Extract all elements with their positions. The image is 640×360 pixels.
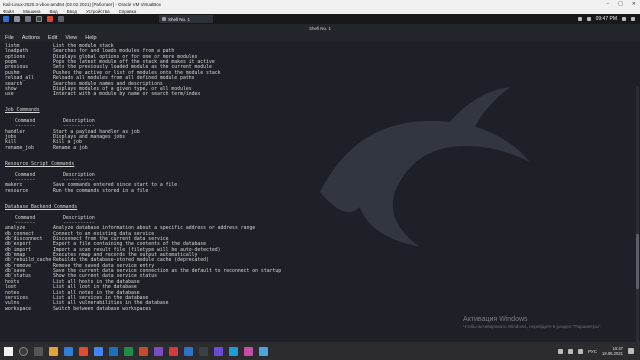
virtualbox-title-bar: Kali-Linux-2020.3-vbox-amd64 (02.02.2021… bbox=[0, 0, 640, 8]
edge-icon[interactable] bbox=[64, 346, 73, 356]
close-icon[interactable]: × bbox=[632, 1, 636, 7]
terminal-title-bar: Shell No. 1 bbox=[0, 24, 640, 33]
virtualbox-window-title: Kali-Linux-2020.3-vbox-amd64 (02.02.2021… bbox=[3, 1, 161, 7]
terminal-output[interactable]: listm List the module stack loadpath Search… bbox=[0, 42, 640, 342]
command-row: workspace Switch between database workspa… bbox=[5, 307, 281, 312]
menu-devices[interactable]: Устройства bbox=[86, 9, 110, 14]
telegram-icon[interactable] bbox=[229, 346, 238, 356]
windows-taskbar: РУС 15:47 18.06.2021 bbox=[0, 342, 640, 360]
firefox-icon[interactable] bbox=[79, 346, 88, 356]
command-description: Run the commands stored in a file bbox=[53, 188, 149, 194]
command-description: Interact with a module by name or search… bbox=[53, 92, 201, 98]
volume-icon[interactable] bbox=[586, 17, 591, 21]
terminal-menu-file[interactable]: File bbox=[5, 35, 14, 41]
menu-machine[interactable]: Машина bbox=[23, 9, 40, 14]
task-view-icon[interactable] bbox=[34, 346, 43, 356]
clock-date: 18.06.2021 bbox=[602, 351, 623, 356]
chrome-icon[interactable] bbox=[94, 346, 103, 356]
activation-subtitle: Чтобы активировать Windows, перейдите в … bbox=[463, 324, 602, 329]
chevron-up-icon[interactable] bbox=[558, 348, 564, 354]
terminal-lines: listm List the module stack loadpath Search… bbox=[5, 44, 281, 312]
browser-icon[interactable] bbox=[47, 16, 53, 22]
activation-title: Активация Windows bbox=[463, 316, 528, 323]
windows-start-icon[interactable] bbox=[4, 346, 13, 356]
kali-menu-icon[interactable] bbox=[3, 16, 9, 22]
kali-dragon-watermark-icon bbox=[320, 87, 530, 247]
virtualbox-icon[interactable] bbox=[184, 346, 193, 356]
explorer-icon[interactable] bbox=[49, 346, 58, 356]
terminal-menu-actions[interactable]: Actions bbox=[22, 35, 40, 41]
windows-activation-watermark: Активация Windows Чтобы активировать Win… bbox=[463, 316, 602, 329]
scrollbar-thumb[interactable] bbox=[636, 234, 639, 289]
excel-icon[interactable] bbox=[124, 346, 133, 356]
notifications-icon[interactable] bbox=[628, 348, 634, 354]
network-icon[interactable] bbox=[568, 348, 574, 354]
power-icon[interactable] bbox=[631, 17, 635, 21]
menu-help[interactable]: Справка bbox=[119, 9, 137, 14]
terminal-icon bbox=[162, 17, 166, 21]
skype-icon[interactable] bbox=[259, 346, 268, 356]
lock-icon[interactable] bbox=[622, 17, 626, 21]
powerpoint-icon[interactable] bbox=[139, 346, 148, 356]
taskbar-clock[interactable]: 15:47 18.06.2021 bbox=[602, 346, 623, 356]
maximize-icon[interactable]: □ bbox=[618, 1, 623, 7]
desktop-icon[interactable] bbox=[14, 16, 20, 22]
terminal-icon[interactable] bbox=[199, 346, 208, 356]
minimize-icon[interactable]: – bbox=[607, 1, 610, 7]
opera-icon[interactable] bbox=[169, 346, 178, 356]
network-icon[interactable] bbox=[577, 17, 582, 21]
language-indicator[interactable]: РУС bbox=[588, 349, 597, 354]
search-icon[interactable] bbox=[19, 346, 28, 356]
terminal-menu-view[interactable]: View bbox=[65, 35, 77, 41]
terminal-scrollbar[interactable] bbox=[636, 86, 639, 342]
terminal-launcher-icon[interactable] bbox=[36, 16, 42, 22]
command-description: Rename a job bbox=[53, 145, 88, 151]
command-description: Switch between database workspaces bbox=[53, 306, 152, 312]
task-label: Shell No. 1 bbox=[168, 16, 191, 22]
terminal-menu-edit[interactable]: Edit bbox=[48, 35, 57, 41]
kali-top-panel: Shell No. 1 09:47 PM bbox=[0, 14, 640, 24]
menu-input[interactable]: Ввод bbox=[67, 9, 77, 14]
file-manager-icon[interactable] bbox=[25, 16, 31, 22]
window-controls: – □ × bbox=[607, 1, 640, 7]
visual-studio-icon[interactable] bbox=[154, 346, 163, 356]
menu-file[interactable]: Файл bbox=[3, 9, 14, 14]
command-name: use bbox=[5, 92, 14, 98]
workspace-icon[interactable] bbox=[58, 16, 64, 22]
app-icon[interactable] bbox=[244, 346, 253, 356]
command-name: rename_job bbox=[5, 145, 34, 151]
discord-icon[interactable] bbox=[214, 346, 223, 356]
system-tray: РУС 15:47 18.06.2021 bbox=[558, 346, 640, 356]
terminal-menu-bar: File Actions Edit View Help bbox=[0, 33, 640, 42]
volume-icon[interactable] bbox=[578, 348, 584, 354]
taskbar-terminal-item[interactable]: Shell No. 1 bbox=[159, 15, 213, 23]
command-name: resource bbox=[5, 188, 29, 194]
word-icon[interactable] bbox=[109, 346, 118, 356]
command-name: workspace bbox=[5, 306, 31, 312]
panel-tray: 09:47 PM bbox=[577, 16, 640, 22]
terminal-menu-help[interactable]: Help bbox=[85, 35, 96, 41]
panel-clock[interactable]: 09:47 PM bbox=[596, 16, 617, 22]
menu-view[interactable]: Вид bbox=[50, 9, 58, 14]
